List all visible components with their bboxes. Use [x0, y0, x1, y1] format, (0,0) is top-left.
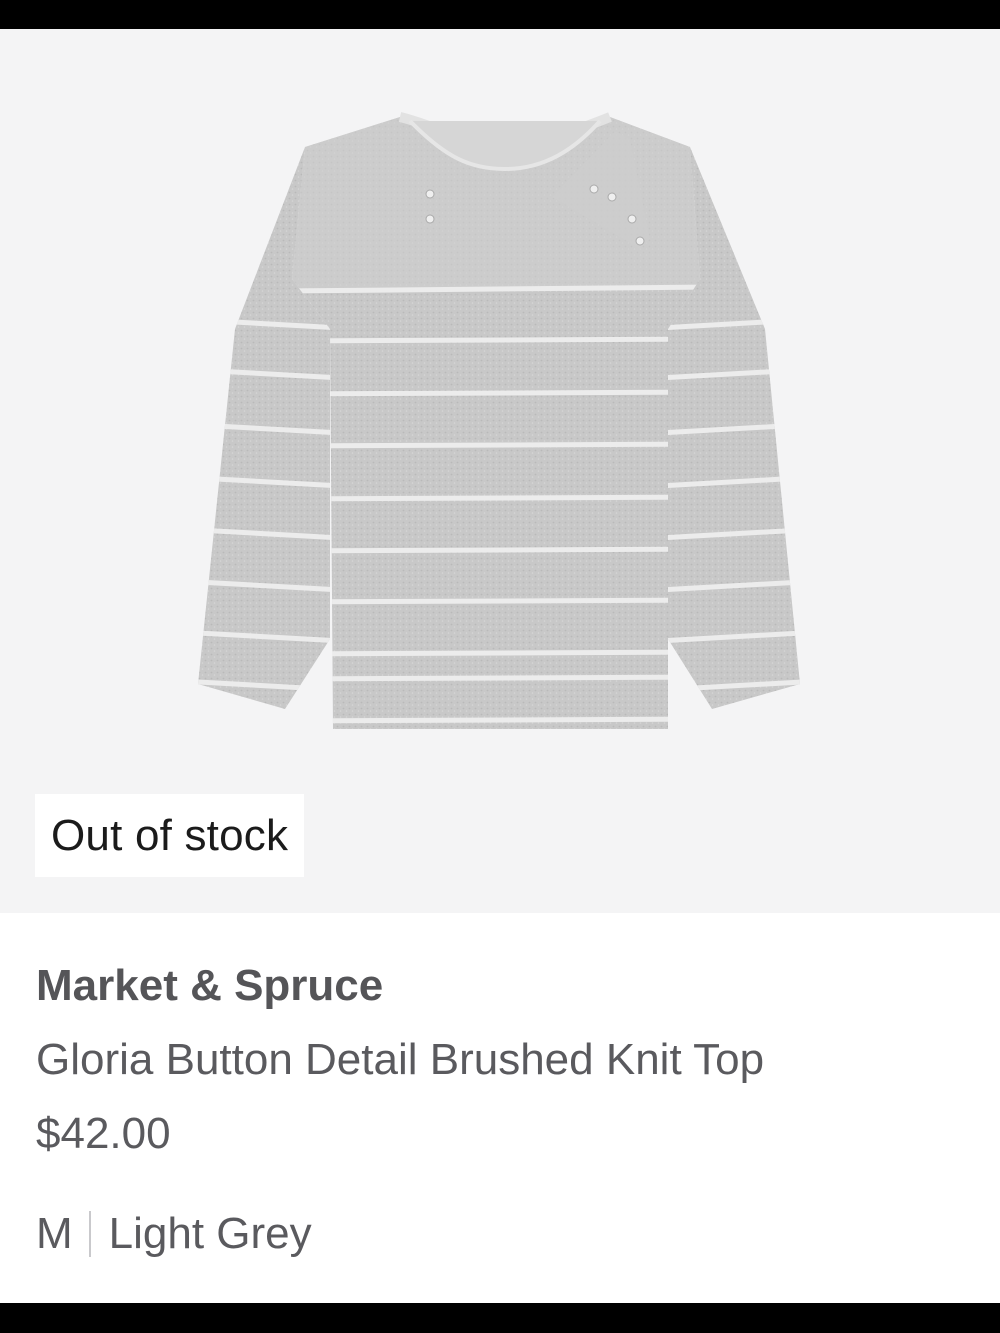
product-price: $42.00: [36, 1109, 171, 1158]
status-bar: [0, 0, 1000, 29]
product-variant: M Light Grey: [36, 1209, 312, 1259]
size-label: M: [36, 1209, 73, 1258]
product-card-screen: Out of stock Market & Spruce Gloria Butt…: [0, 0, 1000, 1333]
brand-name: Market & Spruce: [36, 961, 384, 1010]
product-name: Gloria Button Detail Brushed Knit Top: [36, 1035, 765, 1084]
navigation-bar: [0, 1303, 1000, 1333]
variant-divider: [88, 1211, 91, 1257]
product-image: [198, 112, 800, 729]
out-of-stock-badge: Out of stock: [35, 794, 305, 877]
color-label: Light Grey: [108, 1209, 312, 1258]
stock-status-label: Out of stock: [51, 810, 289, 860]
product-image-area[interactable]: Out of stock: [0, 29, 1000, 913]
